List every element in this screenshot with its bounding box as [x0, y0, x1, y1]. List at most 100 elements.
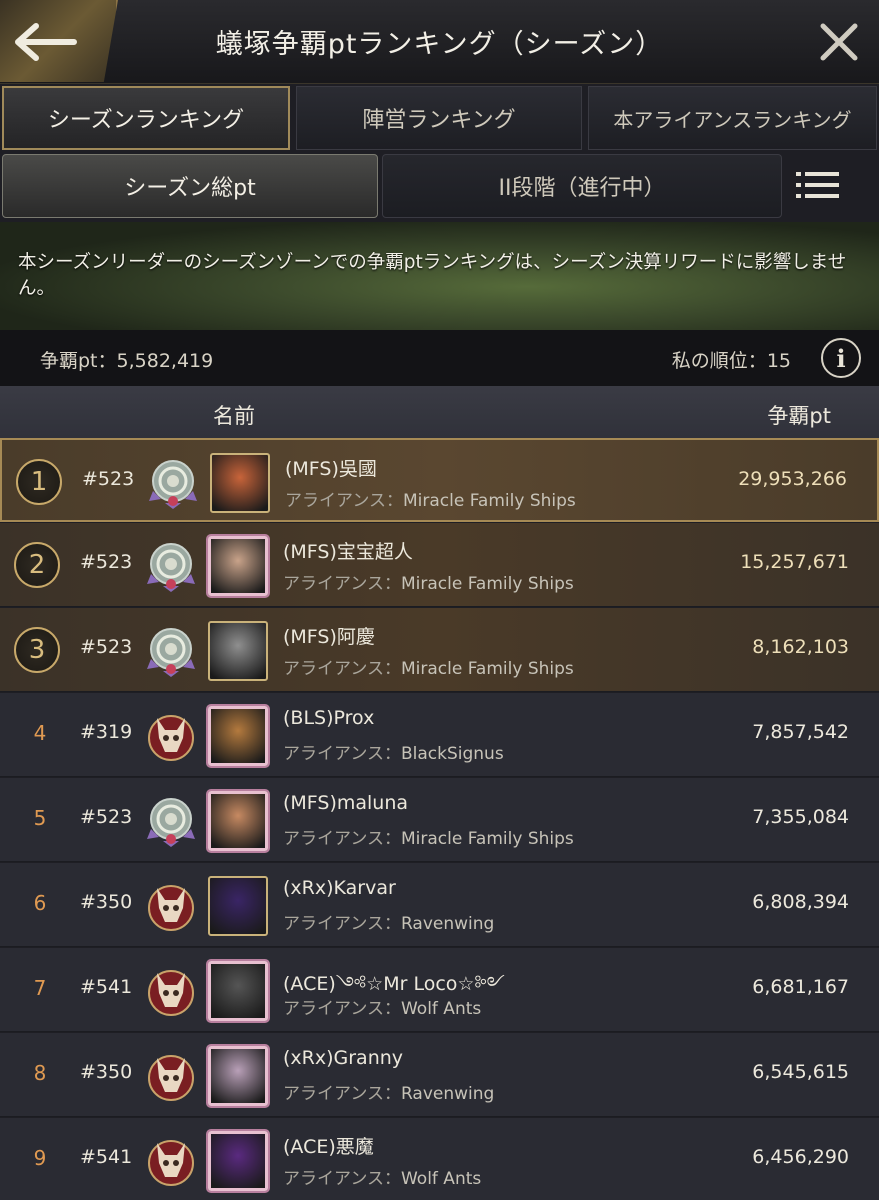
table-row[interactable]: 2 #523 (MFS)宝宝超人 アライアンス：Miracle Family Ship… [0, 523, 879, 607]
spiral-flower-emblem-icon [143, 793, 199, 849]
rank-label: 私の順位： [671, 350, 767, 372]
player-name: (MFS)maluna [283, 792, 409, 814]
tab-stage-2[interactable]: II段階（進行中） [382, 154, 782, 218]
secondary-tabs: シーズン総pt II段階（進行中） [0, 154, 879, 220]
table-row[interactable]: 6 #350 (xRx)Karvar アライアンス：Ravenwing 6,808,39… [0, 863, 879, 947]
avatar[interactable] [208, 621, 268, 681]
skull-emblem-icon [143, 1048, 199, 1104]
column-points: 争覇pt [767, 404, 831, 428]
alliance-info: アライアンス：Wolf Ants [283, 994, 481, 1019]
player-points: 6,456,290 [752, 1146, 849, 1168]
avatar[interactable] [208, 876, 268, 936]
list-menu-button[interactable] [796, 170, 856, 204]
server-id: #523 [82, 468, 135, 490]
alliance-name: Wolf Ants [400, 1169, 482, 1189]
alliance-info: アライアンス：Miracle Family Ships [285, 486, 576, 511]
rank-value: 15 [766, 350, 791, 372]
alliance-label: アライアンス： [283, 744, 401, 764]
page-title: 蟻塚争覇ptランキング（シーズン） [215, 29, 664, 60]
banner-text: 本シーズンリーダーのシーズンゾーンでの争覇ptランキングは、シーズン決算リワード… [18, 252, 847, 299]
player-points: 8,162,103 [752, 636, 849, 658]
alliance-label: アライアンス： [283, 829, 401, 849]
top-bar: 蟻塚争覇ptランキング（シーズン） [0, 0, 879, 84]
rank-medal-icon: 3 [14, 627, 60, 673]
info-banner: 本シーズンリーダーのシーズンゾーンでの争覇ptランキングは、シーズン決算リワード… [0, 222, 879, 330]
points-value: 5,582,419 [116, 350, 214, 372]
rank-number: 8 [33, 1061, 47, 1085]
close-button[interactable] [817, 20, 861, 64]
spiral-flower-emblem-icon [143, 538, 199, 594]
alliance-name: Miracle Family Ships [400, 659, 574, 679]
player-name: (xRx)Karvar [283, 877, 396, 899]
alliance-info: アライアンス：Miracle Family Ships [283, 824, 574, 849]
avatar[interactable] [208, 1046, 268, 1106]
alliance-info: アライアンス：Wolf Ants [283, 1164, 481, 1189]
rank-number: 4 [33, 721, 47, 745]
server-id: #319 [80, 721, 133, 743]
tab-label: 陣営ランキング [362, 108, 516, 133]
table-row[interactable]: 9 #541 (ACE)悪魔 アライアンス：Wolf Ants 6,456,290 [0, 1118, 879, 1200]
alliance-label: アライアンス： [285, 491, 403, 511]
spiral-flower-emblem-icon [143, 623, 199, 679]
avatar[interactable] [208, 536, 268, 596]
table-header: 名前 争覇pt [0, 386, 879, 438]
alliance-label: アライアンス： [283, 1084, 401, 1104]
table-row[interactable]: 8 #350 (xRx)Granny アライアンス：Ravenwing 6,545,61… [0, 1033, 879, 1117]
alliance-label: アライアンス： [283, 999, 401, 1019]
server-id: #541 [80, 976, 133, 998]
alliance-info: アライアンス：Miracle Family Ships [283, 654, 574, 679]
player-points: 29,953,266 [738, 468, 847, 490]
rank-number: 1 [30, 467, 48, 497]
alliance-info: アライアンス：Miracle Family Ships [283, 569, 574, 594]
player-name: (BLS)Prox [283, 707, 375, 729]
alliance-label: アライアンス： [283, 1169, 401, 1189]
table-row[interactable]: 1 #523 (MFS)吳國アライアンス：Miracle Family Ships 2… [0, 438, 879, 522]
tab-season-ranking[interactable]: シーズンランキング [2, 86, 290, 150]
avatar[interactable] [208, 961, 268, 1021]
points-label: 争覇pt： [40, 350, 117, 372]
tab-label: シーズンランキング [47, 108, 245, 133]
player-name: (MFS)吳國 [285, 458, 377, 480]
table-row[interactable]: 7 #541 (ACE)༺☆Mr Loco☆༻ アライアンス：Wolf Ants 6,6… [0, 948, 879, 1032]
rank-number: 2 [28, 550, 46, 580]
close-icon [820, 23, 858, 61]
server-id: #523 [80, 551, 133, 573]
tab-label: II段階（進行中） [498, 176, 666, 201]
arrow-left-icon [15, 23, 77, 61]
rank-medal-icon: 2 [14, 542, 60, 588]
table-row[interactable]: 3 #523 (MFS)阿慶 アライアンス：Miracle Family Ships 8… [0, 608, 879, 692]
back-button[interactable] [0, 0, 118, 82]
player-points: 6,545,615 [752, 1061, 849, 1083]
rank-number: 6 [33, 891, 47, 915]
avatar[interactable] [208, 791, 268, 851]
tab-alliance-ranking[interactable]: 本アライアンスランキング [588, 86, 877, 150]
alliance-name: Miracle Family Ships [400, 829, 574, 849]
alliance-info: アライアンス：Ravenwing [283, 1079, 494, 1104]
server-id: #350 [80, 1061, 133, 1083]
info-icon[interactable]: i [821, 338, 861, 378]
column-name: 名前 [213, 404, 255, 428]
rank-number: 3 [28, 635, 46, 665]
alliance-name: Ravenwing [400, 914, 495, 934]
table-row[interactable]: 4 #319 (BLS)Prox アライアンス：BlackSignus 7,857,54… [0, 693, 879, 777]
alliance-label: アライアンス： [283, 914, 401, 934]
avatar[interactable] [208, 1131, 268, 1191]
server-id: #350 [80, 891, 133, 913]
player-name: (MFS)阿慶 [283, 626, 375, 648]
alliance-name: BlackSignus [400, 744, 504, 764]
my-points: 争覇pt：5,582,419 [40, 346, 213, 373]
player-points: 6,681,167 [752, 976, 849, 998]
rank-medal-icon: 1 [16, 459, 62, 505]
alliance-name: Miracle Family Ships [400, 574, 574, 594]
rank-number: 7 [33, 976, 47, 1000]
tab-season-total-pt[interactable]: シーズン総pt [2, 154, 378, 218]
tab-faction-ranking[interactable]: 陣営ランキング [296, 86, 582, 150]
avatar[interactable] [208, 706, 268, 766]
alliance-label: アライアンス： [283, 659, 401, 679]
avatar[interactable] [210, 453, 270, 513]
stats-bar: 争覇pt：5,582,419 私の順位：15 i [0, 330, 879, 386]
player-name: (ACE)悪魔 [283, 1136, 374, 1158]
alliance-name: Wolf Ants [400, 999, 482, 1019]
table-row[interactable]: 5 #523 (MFS)maluna アライアンス：Miracle Family Sh… [0, 778, 879, 862]
player-points: 15,257,671 [740, 551, 849, 573]
